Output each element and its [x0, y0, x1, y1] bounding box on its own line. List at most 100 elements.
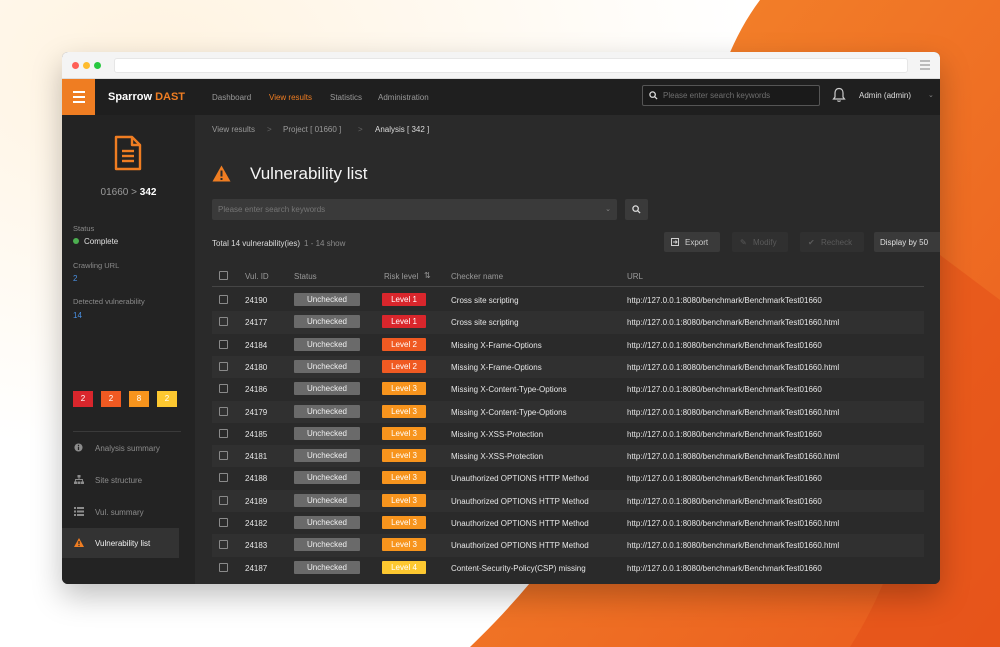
risk-level-badge: Level 1 [382, 293, 426, 306]
column-risk-level[interactable]: Risk level [384, 272, 418, 281]
checker-name-cell[interactable]: Cross site scripting [451, 318, 519, 327]
url-cell[interactable]: http://127.0.0.1:8080/benchmark/Benchmar… [627, 318, 839, 327]
breadcrumb-project[interactable]: Project [ 01660 ] [283, 125, 341, 134]
table-row[interactable]: 24186 Unchecked Level 3 Missing X-Content-T… [212, 378, 924, 400]
browser-menu-icon[interactable] [920, 60, 930, 70]
table-row[interactable]: 24185 Unchecked Level 3 Missing X-XSS-Prote… [212, 423, 924, 445]
checker-name-cell[interactable]: Unauthorized OPTIONS HTTP Method [451, 519, 589, 528]
checker-name-cell[interactable]: Missing X-Frame-Options [451, 363, 542, 372]
row-checkbox[interactable] [219, 495, 228, 505]
checker-name-cell[interactable]: Missing X-Content-Type-Options [451, 408, 567, 417]
row-checkbox[interactable] [219, 317, 228, 327]
checker-name-cell[interactable]: Missing X-XSS-Protection [451, 452, 543, 461]
nav-administration[interactable]: Administration [378, 93, 429, 102]
column-checker-name[interactable]: Checker name [451, 272, 503, 281]
row-checkbox[interactable] [219, 339, 228, 349]
global-search-input[interactable]: Please enter search keywords [642, 85, 820, 106]
checker-name-cell[interactable]: Content-Security-Policy(CSP) missing [451, 564, 586, 573]
row-checkbox[interactable] [219, 451, 228, 461]
detected-vulnerability-value[interactable]: 14 [73, 311, 82, 320]
checker-name-cell[interactable]: Cross site scripting [451, 296, 519, 305]
table-row[interactable]: 24179 Unchecked Level 3 Missing X-Content-T… [212, 400, 924, 423]
row-checkbox[interactable] [219, 540, 228, 550]
sort-icon[interactable]: ⇅ [424, 271, 431, 280]
table-row[interactable]: 24180 Unchecked Level 2 Missing X-Frame-Opt… [212, 355, 924, 379]
search-icon [649, 91, 658, 100]
row-checkbox[interactable] [219, 428, 228, 438]
table-row[interactable]: 24182 Unchecked Level 3 Unauthorized OPTION… [212, 512, 924, 534]
table-row[interactable]: 24188 Unchecked Level 3 Unauthorized OPTION… [212, 467, 924, 489]
table-row[interactable]: 24177 Unchecked Level 1 Cross site scriptin… [212, 311, 924, 334]
url-cell[interactable]: http://127.0.0.1:8080/benchmark/Benchmar… [627, 430, 822, 439]
status-badge: Unchecked [294, 337, 360, 351]
hamburger-menu-icon[interactable] [62, 79, 95, 115]
address-bar[interactable] [114, 58, 908, 73]
url-cell[interactable]: http://127.0.0.1:8080/benchmark/Benchmar… [627, 296, 822, 305]
row-checkbox[interactable] [219, 406, 228, 416]
risk-level-badge: Level 3 [382, 404, 426, 418]
url-cell[interactable]: http://127.0.0.1:8080/benchmark/Benchmar… [627, 363, 839, 372]
url-cell[interactable]: http://127.0.0.1:8080/benchmark/Benchmar… [627, 385, 822, 394]
sidebar-item-site-structure[interactable]: Site structure [62, 465, 179, 495]
select-all-checkbox[interactable] [219, 271, 228, 280]
sidebar-item-vul-summary[interactable]: Vul. summary [62, 497, 179, 527]
level3-count-badge[interactable]: 8 [129, 391, 149, 407]
chevron-down-icon[interactable]: ⌄ [928, 91, 934, 99]
recheck-button[interactable]: ✔ Recheck [800, 232, 864, 252]
nav-dashboard[interactable]: Dashboard [212, 93, 251, 102]
row-checkbox[interactable] [219, 473, 228, 483]
crawling-url-value[interactable]: 2 [73, 274, 77, 283]
row-checkbox[interactable] [219, 361, 228, 371]
table-row[interactable]: 24183 Unchecked Level 3 Unauthorized OPTION… [212, 534, 924, 557]
sidebar-item-analysis-summary[interactable]: Analysis summary [62, 433, 179, 463]
breadcrumb-view-results[interactable]: View results [212, 125, 255, 134]
nav-view-results[interactable]: View results [269, 93, 312, 102]
status-badge: Unchecked [294, 493, 360, 507]
checker-name-cell[interactable]: Unauthorized OPTIONS HTTP Method [451, 541, 589, 550]
checker-name-cell[interactable]: Unauthorized OPTIONS HTTP Method [451, 497, 589, 506]
keyword-search-input[interactable]: Please enter search keywords ⌄ [212, 199, 617, 220]
url-cell[interactable]: http://127.0.0.1:8080/benchmark/Benchmar… [627, 341, 822, 350]
level2-count-badge[interactable]: 2 [101, 391, 121, 407]
url-cell[interactable]: http://127.0.0.1:8080/benchmark/Benchmar… [627, 497, 822, 506]
notification-bell-icon[interactable] [832, 87, 846, 103]
export-button[interactable]: Export [664, 232, 720, 252]
row-checkbox[interactable] [219, 295, 228, 304]
table-row[interactable]: 24189 Unchecked Level 3 Unauthorized OPTION… [212, 489, 924, 512]
level4-count-badge[interactable]: 2 [157, 391, 177, 407]
checker-name-cell[interactable]: Unauthorized OPTIONS HTTP Method [451, 474, 589, 483]
checker-name-cell[interactable]: Missing X-Frame-Options [451, 341, 542, 350]
search-button[interactable] [625, 199, 648, 220]
checker-name-cell[interactable]: Missing X-Content-Type-Options [451, 385, 567, 394]
nav-statistics[interactable]: Statistics [330, 93, 362, 102]
table-row[interactable]: 24190 Unchecked Level 1 Cross site scriptin… [212, 289, 924, 311]
level1-count-badge[interactable]: 2 [73, 391, 93, 407]
row-checkbox[interactable] [219, 562, 228, 572]
column-status[interactable]: Status [294, 272, 317, 281]
column-vul-id[interactable]: Vul. ID [245, 272, 269, 281]
url-cell[interactable]: http://127.0.0.1:8080/benchmark/Benchmar… [627, 519, 839, 528]
minimize-dot[interactable] [83, 62, 90, 69]
maximize-dot[interactable] [94, 62, 101, 69]
user-menu[interactable]: Admin (admin) [859, 91, 911, 100]
vul-id-cell: 24188 [245, 474, 268, 484]
url-cell[interactable]: http://127.0.0.1:8080/benchmark/Benchmar… [627, 452, 839, 461]
sitemap-icon [74, 475, 84, 484]
display-count-select[interactable]: Display by 50 ⌄ [874, 232, 940, 252]
column-url[interactable]: URL [627, 272, 643, 281]
row-checkbox[interactable] [219, 384, 228, 394]
table-row[interactable]: 24187 Unchecked Level 4 Content-Security-Po… [212, 557, 924, 579]
modify-button[interactable]: ✎ Modify [732, 232, 788, 252]
url-cell[interactable]: http://127.0.0.1:8080/benchmark/Benchmar… [627, 474, 822, 483]
row-checkbox[interactable] [219, 518, 228, 527]
close-dot[interactable] [72, 62, 79, 69]
url-cell[interactable]: http://127.0.0.1:8080/benchmark/Benchmar… [627, 541, 839, 550]
table-row[interactable]: 24184 Unchecked Level 2 Missing X-Frame-Opt… [212, 334, 924, 356]
url-cell[interactable]: http://127.0.0.1:8080/benchmark/Benchmar… [627, 408, 839, 417]
table-row[interactable]: 24181 Unchecked Level 3 Missing X-XSS-Prote… [212, 445, 924, 468]
checker-name-cell[interactable]: Missing X-XSS-Protection [451, 430, 543, 439]
sidebar-item-vulnerability-list[interactable]: Vulnerability list [62, 528, 179, 558]
main-content: View results > Project [ 01660 ] > Analy… [195, 115, 940, 584]
warning-icon [212, 165, 231, 182]
url-cell[interactable]: http://127.0.0.1:8080/benchmark/Benchmar… [627, 564, 822, 573]
